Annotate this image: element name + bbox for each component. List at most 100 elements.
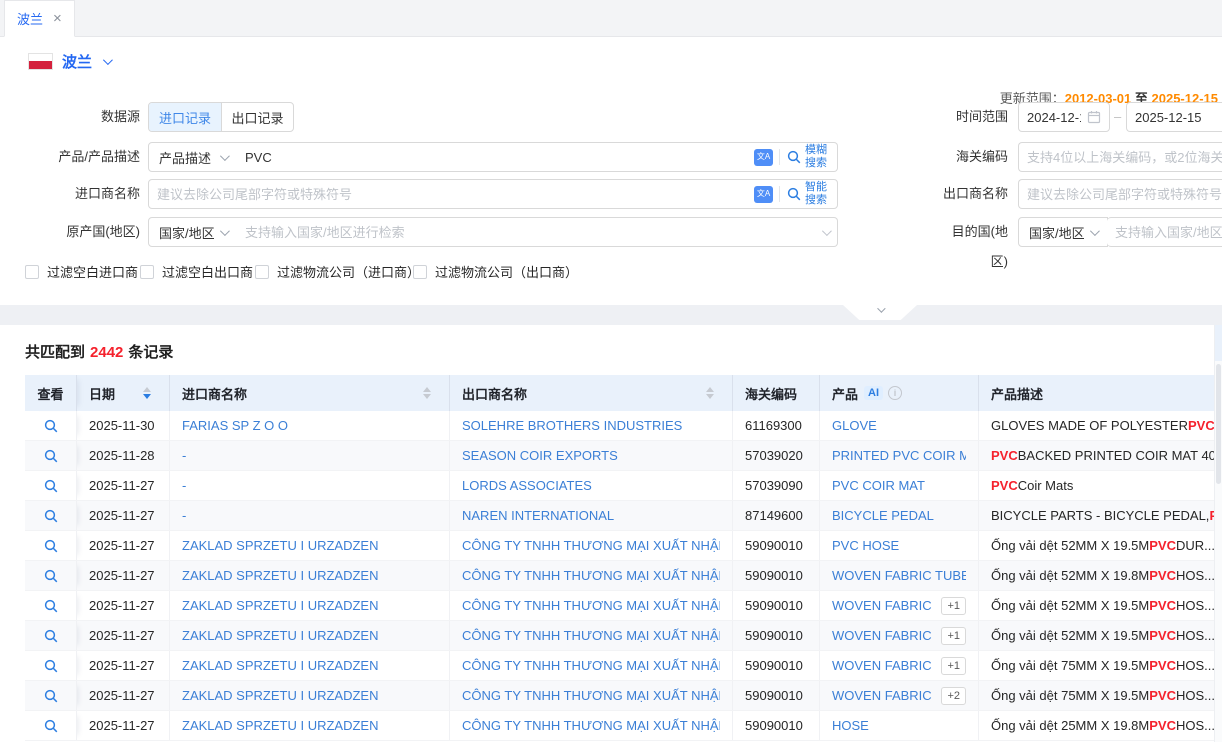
col-date[interactable]: 日期 xyxy=(77,375,170,411)
col-hs-code: 海关编码 xyxy=(733,375,820,411)
product-link[interactable]: PRINTED PVC COIR M... xyxy=(832,448,966,463)
date-end-value[interactable] xyxy=(1135,110,1222,125)
destination-type-select[interactable]: 国家/地区 xyxy=(1018,217,1108,247)
exporter-link[interactable]: CÔNG TY TNHH THƯƠNG MẠI XUẤT NHẬP... xyxy=(462,628,720,643)
origin-country-value[interactable] xyxy=(245,225,816,240)
table-scrollbar[interactable] xyxy=(1214,325,1222,742)
product-link[interactable]: HOSE xyxy=(832,718,869,733)
product-search-value[interactable] xyxy=(245,150,748,165)
checkbox-icon[interactable] xyxy=(255,265,269,279)
close-icon[interactable]: × xyxy=(53,11,62,26)
info-icon[interactable]: i xyxy=(888,386,902,400)
view-details-button[interactable] xyxy=(43,538,59,554)
importer-input[interactable]: 文A 智能搜索 xyxy=(148,179,838,209)
checkbox-filter-logistics-exporter[interactable]: 过滤物流公司（出口商） xyxy=(413,262,578,281)
sort-icon[interactable] xyxy=(143,387,151,399)
view-details-button[interactable] xyxy=(43,418,59,434)
importer-link[interactable]: ZAKLAD SPRZETU I URZADZEN xyxy=(182,598,378,613)
view-details-button[interactable] xyxy=(43,718,59,734)
checkbox-filter-blank-importer[interactable]: 过滤空白进口商 xyxy=(25,262,138,281)
more-products-badge[interactable]: +1 xyxy=(941,627,966,645)
origin-country-input[interactable] xyxy=(237,217,838,247)
importer-link[interactable]: ZAKLAD SPRZETU I URZADZEN xyxy=(182,538,378,553)
importer-link[interactable]: ZAKLAD SPRZETU I URZADZEN xyxy=(182,628,378,643)
checkbox-icon[interactable] xyxy=(25,265,39,279)
view-details-button[interactable] xyxy=(43,598,59,614)
product-link[interactable]: WOVEN FABRIC ... xyxy=(832,658,933,673)
importer-link[interactable]: - xyxy=(182,448,186,463)
product-link[interactable]: WOVEN FABRIC ... xyxy=(832,598,933,613)
more-products-badge[interactable]: +1 xyxy=(941,597,966,615)
importer-link[interactable]: - xyxy=(182,508,186,523)
table-row: 2025-11-27 ZAKLAD SPRZETU I URZADZEN CÔN… xyxy=(25,651,1222,681)
sort-icon[interactable] xyxy=(423,387,431,399)
checkbox-icon[interactable] xyxy=(413,265,427,279)
exporter-link[interactable]: CÔNG TY TNHH THƯƠNG MẠI XUẤT NHẬP... xyxy=(462,538,720,553)
importer-link[interactable]: ZAKLAD SPRZETU I URZADZEN xyxy=(182,718,378,733)
destination-country-value[interactable] xyxy=(1115,225,1222,240)
product-link[interactable]: PVC HOSE xyxy=(832,538,899,553)
translate-icon[interactable]: 文A xyxy=(754,186,773,203)
product-link[interactable]: PVC COIR MAT xyxy=(832,478,925,493)
exporter-link[interactable]: CÔNG TY TNHH THƯƠNG MẠI XUẤT NHẬP... xyxy=(462,688,720,703)
collapse-form-button[interactable] xyxy=(843,305,917,320)
sort-icon[interactable] xyxy=(706,387,714,399)
view-details-button[interactable] xyxy=(43,688,59,704)
hs-code-input[interactable] xyxy=(1018,142,1222,172)
date-end-input[interactable] xyxy=(1126,102,1222,132)
product-link[interactable]: GLOVE xyxy=(832,418,877,433)
date-cell: 2025-11-27 xyxy=(77,501,170,530)
exporter-value[interactable] xyxy=(1027,187,1222,202)
origin-type-select[interactable]: 国家/地区 xyxy=(148,217,238,247)
country-name[interactable]: 波兰 xyxy=(62,51,92,72)
product-link[interactable]: WOVEN FABRIC ... xyxy=(832,628,933,643)
exporter-link[interactable]: CÔNG TY TNHH THƯƠNG MẠI XUẤT NHẬP... xyxy=(462,568,720,583)
more-products-badge[interactable]: +2 xyxy=(941,687,966,705)
importer-link[interactable]: ZAKLAD SPRZETU I URZADZEN xyxy=(182,568,378,583)
tab-poland[interactable]: 波兰 × xyxy=(4,0,75,37)
tab-export-records[interactable]: 出口记录 xyxy=(221,103,293,131)
view-details-button[interactable] xyxy=(43,658,59,674)
view-details-button[interactable] xyxy=(43,568,59,584)
importer-link[interactable]: - xyxy=(182,478,186,493)
importer-link[interactable]: ZAKLAD SPRZETU I URZADZEN xyxy=(182,688,378,703)
exporter-link[interactable]: CÔNG TY TNHH THƯƠNG MẠI XUẤT NHẬP... xyxy=(462,718,720,733)
importer-link[interactable]: ZAKLAD SPRZETU I URZADZEN xyxy=(182,658,378,673)
exporter-link[interactable]: CÔNG TY TNHH THƯƠNG MẠI XUẤT NHẬP... xyxy=(462,598,720,613)
view-details-button[interactable] xyxy=(43,478,59,494)
view-cell xyxy=(25,531,77,560)
col-importer[interactable]: 进口商名称 xyxy=(170,375,450,411)
date-start-value[interactable] xyxy=(1027,110,1081,125)
exporter-link[interactable]: NAREN INTERNATIONAL xyxy=(462,508,614,523)
date-start-input[interactable] xyxy=(1018,102,1110,132)
exporter-link[interactable]: SOLEHRE BROTHERS INDUSTRIES xyxy=(462,418,682,433)
scrollbar-thumb[interactable] xyxy=(1216,364,1221,484)
product-link[interactable]: BICYCLE PEDAL xyxy=(832,508,934,523)
fuzzy-search-button[interactable]: 模糊搜索 xyxy=(786,144,829,169)
chevron-down-icon[interactable] xyxy=(103,55,113,65)
checkbox-filter-blank-exporter[interactable]: 过滤空白出口商 xyxy=(140,262,253,281)
view-details-button[interactable] xyxy=(43,628,59,644)
importer-link[interactable]: FARIAS SP Z O O xyxy=(182,418,288,433)
col-exporter[interactable]: 出口商名称 xyxy=(450,375,733,411)
exporter-link[interactable]: CÔNG TY TNHH THƯƠNG MẠI XUẤT NHẬP... xyxy=(462,658,720,673)
ai-badge: AI xyxy=(864,386,883,400)
checkbox-icon[interactable] xyxy=(140,265,154,279)
smart-search-button[interactable]: 智能搜索 xyxy=(786,181,829,206)
importer-value[interactable] xyxy=(157,187,748,202)
hs-code-value[interactable] xyxy=(1027,150,1222,165)
exporter-input[interactable] xyxy=(1018,179,1222,209)
view-details-button[interactable] xyxy=(43,508,59,524)
tab-import-records[interactable]: 进口记录 xyxy=(149,103,221,131)
product-link[interactable]: WOVEN FABRIC TUBE xyxy=(832,568,966,583)
exporter-link[interactable]: SEASON COIR EXPORTS xyxy=(462,448,618,463)
checkbox-filter-logistics-importer[interactable]: 过滤物流公司（进口商） xyxy=(255,262,420,281)
product-link[interactable]: WOVEN FABRIC ... xyxy=(832,688,933,703)
translate-icon[interactable]: 文A xyxy=(754,149,773,166)
destination-country-input[interactable] xyxy=(1107,217,1222,247)
more-products-badge[interactable]: +1 xyxy=(941,657,966,675)
product-search-input[interactable]: 文A 模糊搜索 xyxy=(237,142,838,172)
view-details-button[interactable] xyxy=(43,448,59,464)
exporter-link[interactable]: LORDS ASSOCIATES xyxy=(462,478,592,493)
product-field-select[interactable]: 产品描述 xyxy=(148,142,238,172)
